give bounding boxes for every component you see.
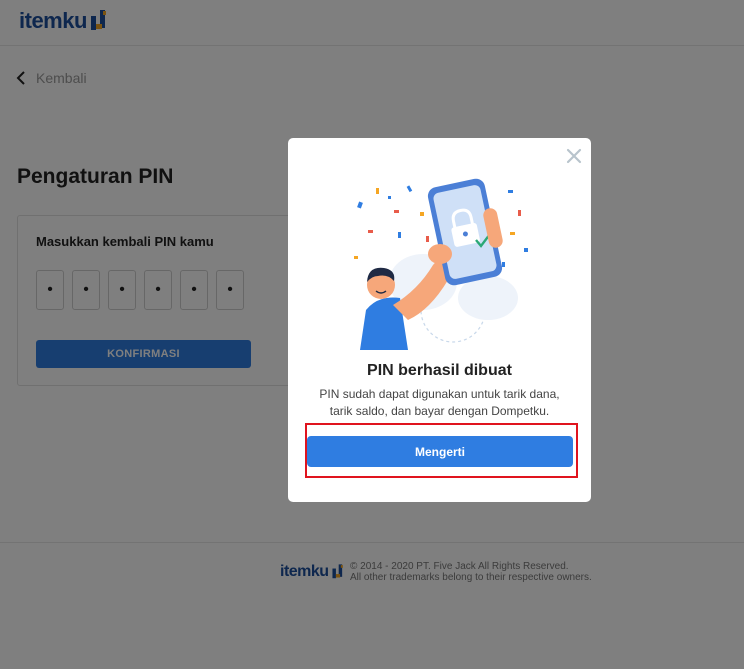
dialog-description: PIN sudah dapat digunakan untuk tarik da… [319, 387, 560, 418]
understood-button[interactable]: Mengerti [307, 436, 573, 467]
pin-success-dialog: PIN berhasil dibuat PIN sudah dapat digu… [288, 138, 591, 502]
dialog-title: PIN berhasil dibuat [367, 362, 512, 379]
success-celebration-illustration [354, 178, 528, 350]
close-icon[interactable] [566, 148, 582, 164]
